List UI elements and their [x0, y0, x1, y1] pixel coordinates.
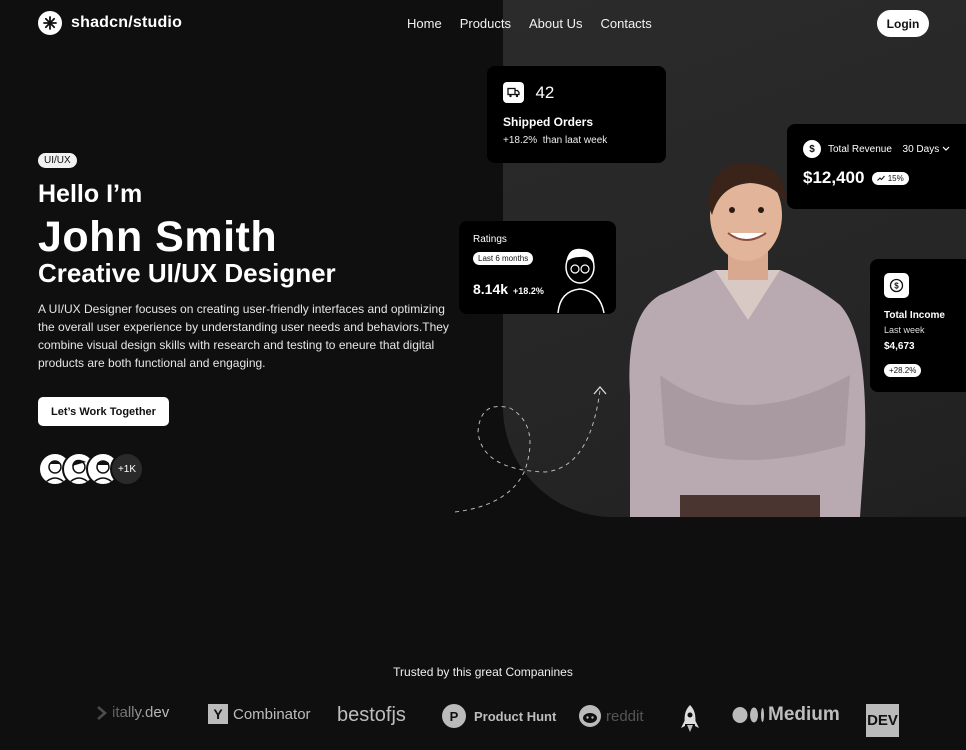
avatars-more-count[interactable]: +1K: [110, 452, 144, 486]
hero-greeting: Hello I’m: [38, 180, 143, 208]
logo-ycombinator-text: Combinator: [233, 705, 311, 723]
login-button[interactable]: Login: [877, 10, 929, 37]
ratings-change: +18.2%: [513, 286, 544, 296]
rocket-icon: [681, 705, 699, 732]
revenue-change-badge: 15%: [872, 171, 909, 185]
nav-about[interactable]: About Us: [529, 16, 582, 31]
role-badge: UI/UX: [38, 153, 77, 168]
shipped-orders-value: 42: [535, 82, 555, 102]
income-change-badge: +28.2%: [884, 364, 922, 377]
logo-rocket[interactable]: [680, 704, 700, 734]
company-logos: itally.dev Y Combinator bestofjs P Produ…: [38, 694, 966, 750]
dollar-icon: $: [803, 140, 821, 158]
shipped-orders-change: +18.2% than laat week: [503, 135, 650, 146]
logo-reddit-text: reddit: [606, 707, 644, 725]
trusted-heading: Trusted by this great Companines: [393, 665, 573, 679]
asterisk-icon: [38, 11, 62, 35]
hero-name: John Smith: [38, 213, 278, 261]
logo-reddit[interactable]: reddit: [578, 704, 644, 728]
income-title: Total Income: [884, 310, 945, 321]
ratings-card: Ratings Last 6 months 8.14k +18.2%: [459, 221, 616, 314]
brand-name: shadcn/studio: [71, 14, 183, 31]
total-income-card: $ Total Income Last week $4,673 +28.2%: [870, 259, 966, 392]
reddit-icon: [579, 705, 601, 727]
ratings-period-badge: Last 6 months: [473, 252, 534, 265]
chevron-down-icon: [942, 146, 950, 151]
logo-producthunt[interactable]: P Product Hunt: [442, 704, 556, 728]
dashed-path-decoration: [454, 386, 607, 513]
nav-contacts[interactable]: Contacts: [600, 16, 651, 31]
logo-bestofjs-text: bestofjs: [337, 704, 406, 726]
shipped-change-value: +18.2%: [503, 135, 538, 146]
ratings-value: 8.14k: [473, 281, 509, 297]
hero-description: A UI/UX Designer focuses on creating use…: [38, 302, 449, 370]
nav-products[interactable]: Products: [460, 16, 511, 31]
revenue-change-value: 15%: [887, 173, 904, 183]
logos-fade-overlay: [38, 694, 158, 750]
trend-up-icon: [877, 175, 886, 181]
logo-medium[interactable]: Medium: [732, 704, 840, 726]
nav-home[interactable]: Home: [407, 16, 442, 31]
medium-icon: [732, 707, 764, 723]
logo-producthunt-text: Product Hunt: [474, 708, 557, 724]
total-revenue-card: $ Total Revenue 30 Days $12,400 15%: [787, 124, 966, 209]
character-illustration: [557, 248, 605, 313]
shipped-orders-card: 42 Shipped Orders +18.2% than laat week: [487, 66, 666, 163]
logo-dev[interactable]: DEV: [866, 704, 899, 737]
income-value: $4,673: [884, 341, 915, 352]
client-avatars: +1K: [38, 452, 144, 486]
brand-logo[interactable]: shadcn/studio: [38, 11, 182, 35]
logo-bestofjs[interactable]: bestofjs: [337, 704, 406, 727]
logo-medium-text: Medium: [768, 704, 840, 725]
revenue-range-label: 30 Days: [902, 143, 940, 155]
revenue-range-select[interactable]: 30 Days: [903, 144, 950, 155]
income-period: Last week: [884, 325, 925, 335]
shipped-change-text: than laat week: [542, 135, 608, 146]
hero-role: Creative UI/UX Designer: [38, 258, 336, 288]
svg-text:$: $: [894, 282, 899, 291]
work-together-button[interactable]: Let’s Work Together: [38, 397, 169, 426]
truck-icon: [503, 82, 524, 103]
logo-dev-text: DEV: [866, 704, 899, 737]
producthunt-icon: P: [442, 704, 466, 728]
revenue-title: Total Revenue: [828, 143, 892, 155]
shipped-orders-title: Shipped Orders: [503, 115, 594, 129]
revenue-value: $12,400: [803, 168, 865, 187]
dollar-circle-icon: $: [884, 273, 909, 298]
y-letter-icon: Y: [208, 704, 228, 724]
logo-ycombinator[interactable]: Y Combinator: [208, 704, 311, 724]
main-nav: Home Products About Us Contacts: [407, 16, 652, 31]
